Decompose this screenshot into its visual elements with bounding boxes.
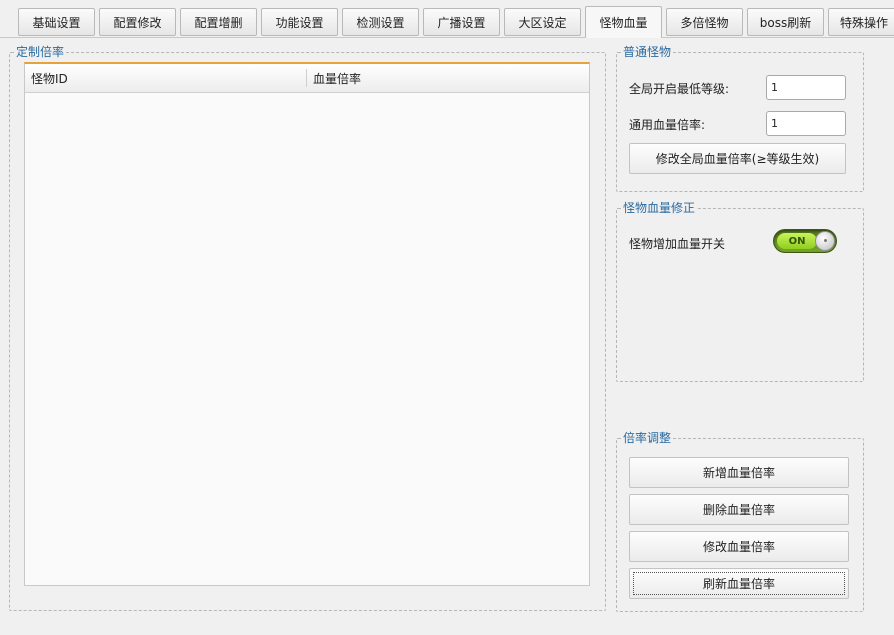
tab-config-add-delete[interactable]: 配置增删: [180, 8, 257, 36]
tab-multi-monster[interactable]: 多倍怪物: [666, 8, 743, 36]
tab-basic-settings[interactable]: 基础设置: [18, 8, 95, 36]
table-header: 怪物ID 血量倍率: [25, 64, 589, 93]
modify-hp-rate-button[interactable]: 修改血量倍率: [629, 531, 849, 562]
custom-rate-table[interactable]: 怪物ID 血量倍率: [24, 62, 590, 586]
tab-config-modify[interactable]: 配置修改: [99, 8, 176, 36]
tab-monster-hp[interactable]: 怪物血量: [585, 6, 662, 38]
toggle-knob-icon: [815, 231, 835, 251]
tab-broadcast-settings[interactable]: 广播设置: [423, 8, 500, 36]
hp-rate-label: 通用血量倍率:: [629, 118, 706, 132]
add-hp-rate-button[interactable]: 新增血量倍率: [629, 457, 849, 488]
modify-global-hp-rate-button[interactable]: 修改全局血量倍率(≥等级生效): [629, 143, 846, 174]
normal-monster-legend: 普通怪物: [621, 45, 674, 59]
hp-rate-input[interactable]: [766, 111, 846, 136]
tab-detection-settings[interactable]: 检测设置: [342, 8, 419, 36]
delete-hp-rate-button[interactable]: 删除血量倍率: [629, 494, 849, 525]
refresh-hp-rate-button[interactable]: 刷新血量倍率: [629, 568, 849, 599]
hp-fix-legend: 怪物血量修正: [621, 201, 698, 215]
tab-function-settings[interactable]: 功能设置: [261, 8, 338, 36]
tab-bar: 基础设置 配置修改 配置增删 功能设置 检测设置 广播设置 大区设定 怪物血量 …: [0, 0, 894, 40]
toggle-state-label: ON: [777, 233, 817, 249]
tab-boss-refresh[interactable]: boss刷新: [747, 8, 824, 36]
min-level-label: 全局开启最低等级:: [629, 82, 730, 96]
tab-special-ops[interactable]: 特殊操作: [828, 8, 894, 36]
custom-rate-legend: 定制倍率: [14, 45, 67, 59]
hp-increase-toggle[interactable]: ON: [773, 229, 837, 253]
rate-adjust-legend: 倍率调整: [621, 431, 674, 445]
hp-increase-switch-label: 怪物增加血量开关: [629, 237, 726, 251]
column-header-monster-id[interactable]: 怪物ID: [25, 64, 305, 93]
min-level-input[interactable]: [766, 75, 846, 100]
tab-region-settings[interactable]: 大区设定: [504, 8, 581, 36]
column-header-hp-rate[interactable]: 血量倍率: [307, 64, 587, 93]
tab-content-border: [0, 37, 894, 38]
